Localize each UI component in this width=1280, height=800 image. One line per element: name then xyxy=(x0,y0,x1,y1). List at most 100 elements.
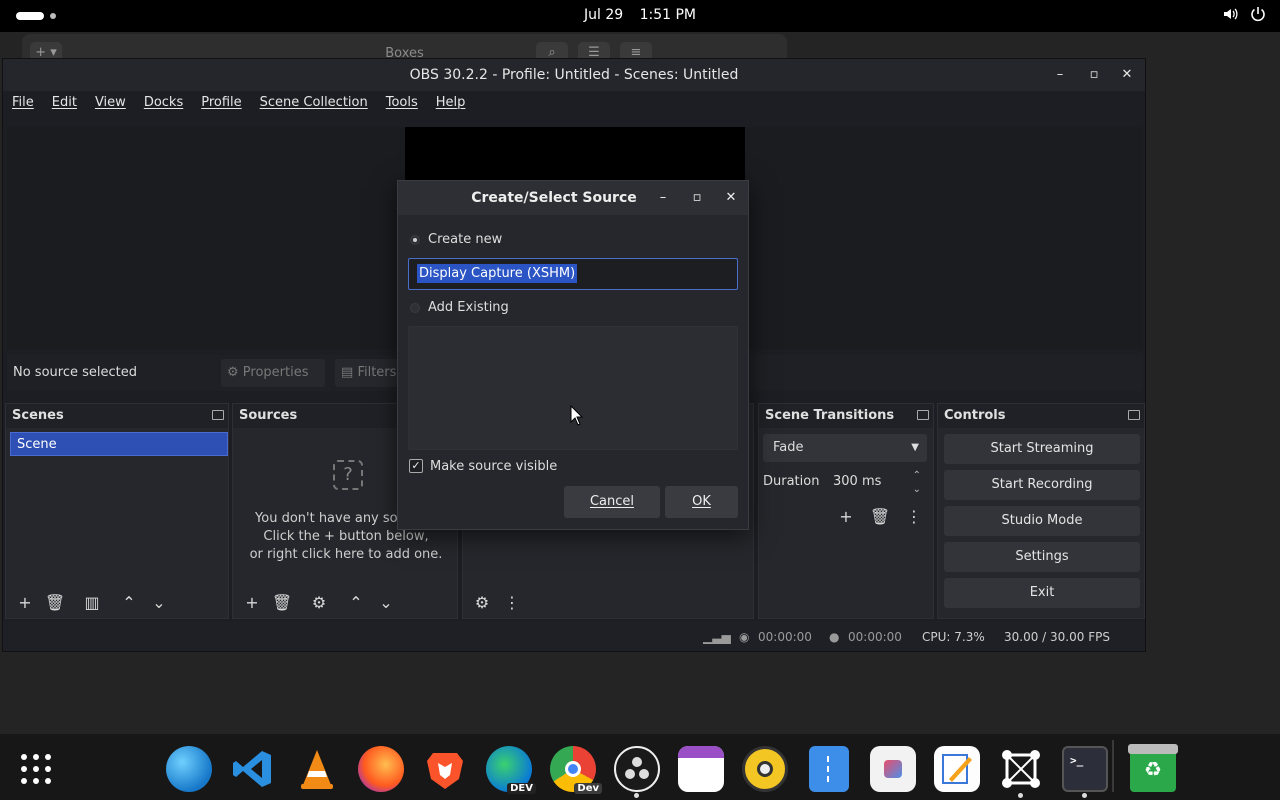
menu-file[interactable]: File xyxy=(12,95,34,119)
existing-sources-list[interactable] xyxy=(408,326,738,450)
transition-selected: Fade xyxy=(773,440,804,455)
record-time: 00:00:00 xyxy=(848,630,902,644)
undock-icon[interactable] xyxy=(917,410,929,420)
trash-icon[interactable]: ♻ xyxy=(1128,744,1178,792)
source-up-icon[interactable]: ⌃ xyxy=(341,593,371,612)
make-visible-checkbox[interactable]: ✓ xyxy=(409,459,423,473)
scene-filters-icon[interactable]: ▥ xyxy=(70,593,114,612)
undock-icon[interactable] xyxy=(1128,410,1140,420)
scene-list-item[interactable]: Scene xyxy=(10,432,228,456)
menu-edit[interactable]: Edit xyxy=(52,95,77,119)
maximize-icon[interactable]: ▫ xyxy=(1083,65,1105,85)
add-existing-label[interactable]: Add Existing xyxy=(428,300,509,315)
clock[interactable]: Jul 29 1:51 PM xyxy=(0,7,1280,23)
move-up-icon[interactable]: ⌃ xyxy=(114,593,144,612)
undock-icon[interactable] xyxy=(212,410,224,420)
menu-docks[interactable]: Docks xyxy=(144,95,183,119)
add-existing-radio[interactable] xyxy=(410,303,420,313)
obs-running-indicator xyxy=(634,793,639,798)
boxes-running-indicator xyxy=(1018,793,1023,798)
firefox-icon[interactable] xyxy=(358,746,404,792)
terminal-running-indicator xyxy=(1082,793,1087,798)
maximize-icon[interactable]: ▫ xyxy=(687,188,707,208)
obs-window-title: OBS 30.2.2 - Profile: Untitled - Scenes:… xyxy=(409,67,739,83)
start-recording-button[interactable]: Start Recording xyxy=(944,470,1140,500)
obs-icon[interactable] xyxy=(614,746,660,792)
power-icon[interactable] xyxy=(1250,6,1266,26)
chrome-dev-icon[interactable]: Dev xyxy=(550,746,602,794)
start-streaming-button[interactable]: Start Streaming xyxy=(944,434,1140,464)
filters-button[interactable]: ▤ Filters xyxy=(335,359,401,387)
menu-profile[interactable]: Profile xyxy=(201,95,241,119)
speaker-icon[interactable] xyxy=(1222,6,1238,26)
software-store-icon[interactable] xyxy=(870,746,916,792)
scenes-toolbar: + 🗑 ▥ ⌃ ⌄ xyxy=(10,588,174,616)
vscode-icon[interactable] xyxy=(230,746,276,792)
transitions-toolbar: + 🗑 ⋮ xyxy=(829,502,931,530)
settings-button[interactable]: Settings xyxy=(944,542,1140,572)
duration-spinbox[interactable]: 300 ms ⌃ ⌄ xyxy=(823,468,927,496)
brave-icon[interactable] xyxy=(422,746,468,792)
gear-icon: ⚙ xyxy=(227,365,239,380)
transition-select[interactable]: Fade ▼ xyxy=(763,434,927,462)
boxes-icon[interactable] xyxy=(998,746,1044,792)
app-grid-icon[interactable] xyxy=(13,746,59,792)
scenes-dock: Scenes Scene + 🗑 ▥ ⌃ ⌄ xyxy=(5,403,229,619)
stream-status-icon: ◉ xyxy=(739,630,750,644)
menu-view[interactable]: View xyxy=(95,95,126,119)
minimize-icon[interactable]: – xyxy=(653,188,673,208)
minimize-icon[interactable]: – xyxy=(1049,65,1071,85)
top-bar: Jul 29 1:51 PM xyxy=(0,0,1280,32)
signal-icon: ▁▃▅ xyxy=(703,630,731,644)
terminal-icon[interactable]: >_ xyxy=(1062,746,1108,792)
cancel-button[interactable]: Cancel xyxy=(564,486,660,518)
edge-dev-icon[interactable]: DEV xyxy=(486,746,536,794)
add-scene-icon[interactable]: + xyxy=(10,593,40,612)
chrome-dev-badge: Dev xyxy=(574,783,602,794)
scenes-dock-title: Scenes xyxy=(6,404,228,428)
calendar-icon[interactable] xyxy=(678,746,724,792)
text-editor-icon[interactable] xyxy=(934,746,980,792)
remove-source-icon[interactable]: 🗑 xyxy=(267,593,297,612)
system-tray[interactable] xyxy=(1222,6,1266,26)
source-name-value: Display Capture (XSHM) xyxy=(417,264,578,283)
no-source-label: No source selected xyxy=(13,365,137,380)
rhythmbox-icon[interactable] xyxy=(742,746,788,792)
exit-button[interactable]: Exit xyxy=(944,578,1140,608)
make-visible-label[interactable]: Make source visible xyxy=(430,459,557,474)
filters-label: Filters xyxy=(357,365,397,380)
add-source-icon[interactable]: + xyxy=(237,593,267,612)
dash-dock: DEV Dev >_ ♻ xyxy=(0,734,1280,800)
create-new-radio[interactable] xyxy=(410,235,420,245)
mixer-menu-icon[interactable]: ⋮ xyxy=(497,593,527,612)
archive-icon[interactable] xyxy=(809,746,849,792)
close-icon[interactable]: ✕ xyxy=(1116,65,1138,85)
globe-icon[interactable] xyxy=(166,746,212,792)
fps-readout: 30.00 / 30.00 FPS xyxy=(1004,630,1110,644)
menu-scene-collection[interactable]: Scene Collection xyxy=(260,95,368,119)
duration-value: 300 ms xyxy=(833,474,882,489)
transitions-dock-title: Scene Transitions xyxy=(759,404,933,428)
source-down-icon[interactable]: ⌄ xyxy=(371,593,401,612)
controls-dock-title: Controls xyxy=(938,404,1144,428)
close-icon[interactable]: ✕ xyxy=(721,188,741,208)
mouse-cursor-icon xyxy=(570,405,584,426)
remove-scene-icon[interactable]: 🗑 xyxy=(40,593,70,612)
source-properties-icon[interactable]: ⚙ xyxy=(297,593,341,612)
vlc-icon[interactable] xyxy=(294,746,340,792)
remove-transition-icon[interactable]: 🗑 xyxy=(863,507,897,526)
properties-button[interactable]: ⚙ Properties xyxy=(221,359,325,387)
spin-down-icon[interactable]: ⌄ xyxy=(913,476,921,504)
menu-help[interactable]: Help xyxy=(436,95,466,119)
empty-line-2: Click the + button below, xyxy=(263,529,429,544)
move-down-icon[interactable]: ⌄ xyxy=(144,593,174,612)
source-name-input[interactable]: Display Capture (XSHM) xyxy=(408,258,738,290)
create-new-label[interactable]: Create new xyxy=(428,232,502,247)
transition-menu-icon[interactable]: ⋮ xyxy=(897,507,931,526)
menu-tools[interactable]: Tools xyxy=(386,95,418,119)
studio-mode-button[interactable]: Studio Mode xyxy=(944,506,1140,536)
filter-icon: ▤ xyxy=(341,365,354,380)
advanced-audio-icon[interactable]: ⚙ xyxy=(467,593,497,612)
ok-button[interactable]: OK xyxy=(665,486,738,518)
add-transition-icon[interactable]: + xyxy=(829,507,863,526)
